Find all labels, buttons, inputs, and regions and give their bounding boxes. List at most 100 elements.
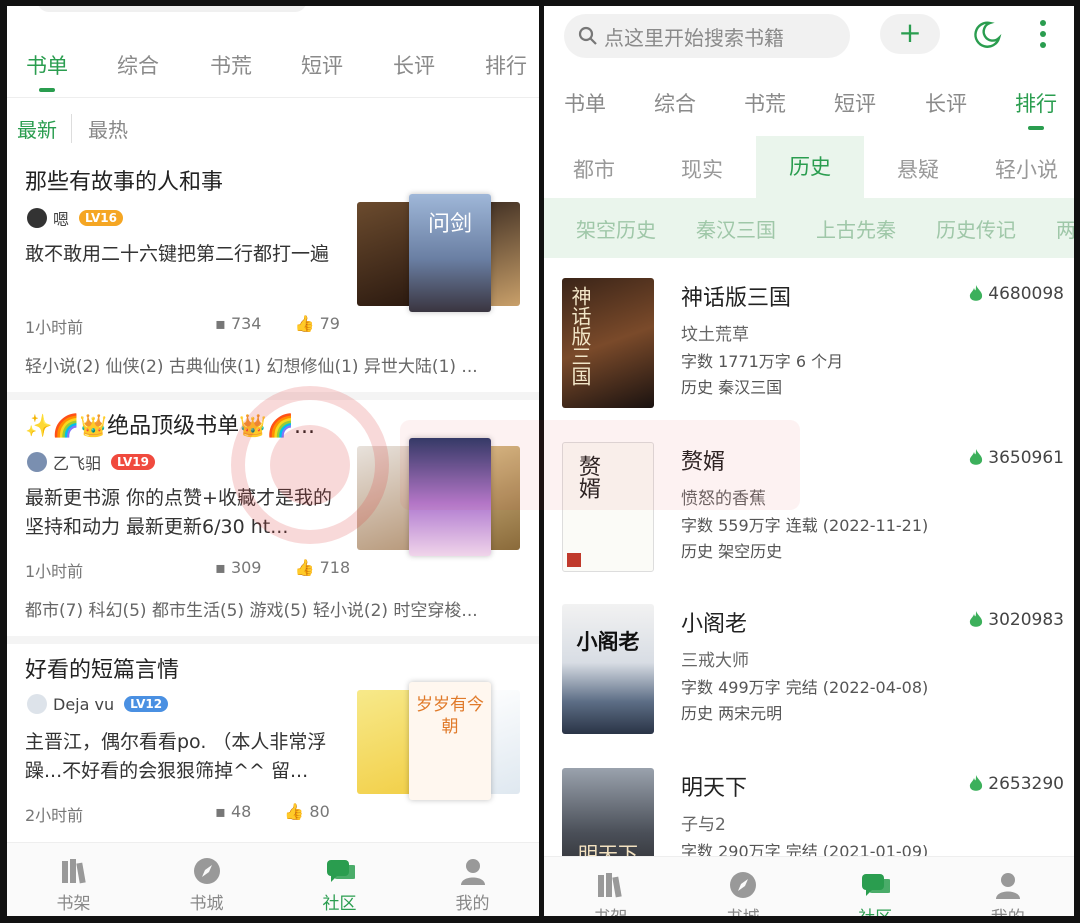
book-cover <box>357 446 412 550</box>
booklist-description: 主晋江，偶尔看看po. （本人非常浮躁...不好看的会狠狠筛掉^^ 留... <box>25 731 327 782</box>
book-cover <box>357 202 412 306</box>
booklist-card[interactable]: ✨🌈👑绝品顶级书单👑🌈... 乙飞驲 LV19 最新更书源 你的点赞+收藏才是我… <box>7 408 539 644</box>
subcategory-item[interactable]: 两 <box>1056 214 1074 243</box>
fire-icon <box>970 775 983 791</box>
fire-icon <box>970 611 983 627</box>
bottom-navigation: 书架 书城 社区 我的 <box>7 842 539 916</box>
tab-booklist[interactable]: 书单 <box>26 50 68 92</box>
tab-general[interactable]: 综合 <box>117 50 159 80</box>
book-title: 神话版三国 <box>681 286 792 311</box>
book-category: 历史 秦汉三国 <box>681 378 783 397</box>
book-cover: 岁岁有今朝 <box>409 682 491 800</box>
author-name[interactable]: Deja vu <box>53 695 114 714</box>
subcategory-item[interactable]: 历史传记 <box>936 214 1016 243</box>
subcategory-item[interactable]: 上古先秦 <box>816 214 896 243</box>
avatar[interactable] <box>27 694 47 714</box>
category-suspense[interactable]: 悬疑 <box>897 154 939 184</box>
nav-community[interactable]: 社区 <box>295 843 385 916</box>
sort-hottest[interactable]: 最热 <box>72 114 128 143</box>
more-options-icon[interactable] <box>1038 18 1048 50</box>
nav-bookstore[interactable]: 书城 <box>162 843 252 916</box>
tab-long-review[interactable]: 长评 <box>393 50 435 80</box>
comment-count: ▪ 734 <box>215 314 262 333</box>
add-button[interactable]: + <box>880 14 940 54</box>
category-reality[interactable]: 现实 <box>681 154 723 184</box>
ranking-book-item[interactable]: 赘婿 赘婿 愤怒的香蕉 字数 559万字 连载 (2022-11-21) 历史 … <box>544 426 1074 590</box>
fire-icon <box>970 285 983 301</box>
booklist-title: 那些有故事的人和事 <box>25 170 224 195</box>
level-badge: LV19 <box>111 454 155 470</box>
tab-short-review[interactable]: 短评 <box>301 50 343 80</box>
community-tabs: 书单 综合 书荒 短评 长评 排行 <box>7 42 539 98</box>
book-info: 字数 1771万字 6 个月 <box>681 352 844 371</box>
book-category: 历史 两宋元明 <box>681 704 783 723</box>
tab-ranking[interactable]: 排行 <box>485 50 527 80</box>
community-tabs: 书单 综合 书荒 短评 长评 排行 <box>544 86 1074 136</box>
card-meta: 1小时前 ▪ 309 👍 718 <box>25 558 350 582</box>
category-history[interactable]: 历史 <box>756 136 864 198</box>
nav-bookstore[interactable]: 书城 <box>698 857 788 916</box>
book-author: 子与2 <box>681 815 726 835</box>
author-row: 乙飞驲 LV19 <box>27 450 155 474</box>
search-input[interactable]: 点这里开始搜索书籍 <box>564 14 850 58</box>
nav-mine[interactable]: 我的 <box>963 857 1053 916</box>
nav-bookshelf[interactable]: 书架 <box>565 857 655 916</box>
nav-bookshelf[interactable]: 书架 <box>29 843 119 916</box>
like-count[interactable]: 👍 718 <box>295 558 365 577</box>
tab-general[interactable]: 综合 <box>654 88 696 118</box>
subcategory-row: 架空历史 秦汉三国 上古先秦 历史传记 两 <box>544 198 1074 258</box>
category-light-novel[interactable]: 轻小说 <box>995 154 1058 184</box>
book-cover: 赘婿 <box>562 442 654 572</box>
tab-ranking[interactable]: 排行 <box>1015 88 1057 130</box>
tab-book-shortage[interactable]: 书荒 <box>744 88 786 118</box>
top-search-stub[interactable] <box>37 6 307 12</box>
book-info: 字数 559万字 连载 (2022-11-21) <box>681 516 929 535</box>
book-title: 小阁老 <box>681 612 748 637</box>
card-meta: 2小时前 ▪ 48 👍 80 <box>25 802 330 826</box>
booklist-card[interactable]: 那些有故事的人和事 嗯 LV16 敢不敢用二十六键把第二行都打一遍 1小时前 ▪… <box>7 164 539 400</box>
chat-icon <box>326 860 355 882</box>
author-row: 嗯 LV16 <box>27 206 123 230</box>
tab-long-review[interactable]: 长评 <box>925 88 967 118</box>
book-cover: 小阁老 <box>562 604 654 734</box>
booklist-description: 最新更书源 你的点赞+收藏才是我的坚持和动力 最新更新6/30 ht... <box>25 487 332 538</box>
tab-short-review[interactable]: 短评 <box>834 88 876 118</box>
heat-score: 3020983 <box>968 610 1064 630</box>
avatar[interactable] <box>27 208 47 228</box>
author-name[interactable]: 嗯 <box>53 206 69 230</box>
night-mode-icon[interactable] <box>972 20 1002 50</box>
subcategory-item[interactable]: 秦汉三国 <box>696 214 776 243</box>
nav-mine[interactable]: 我的 <box>428 843 518 916</box>
book-title: 赘婿 <box>681 450 726 475</box>
book-author: 坟土荒草 <box>681 325 749 345</box>
genre-tags: 都市(7) 科幻(5) 都市生活(5) 游戏(5) 轻小说(2) 时空穿梭... <box>25 601 478 621</box>
bookshelf-icon <box>598 873 622 898</box>
like-count[interactable]: 👍 79 <box>295 314 354 333</box>
subcategory-item[interactable]: 架空历史 <box>576 214 656 243</box>
category-row: 都市 现实 历史 悬疑 轻小说 <box>544 136 1074 198</box>
left-screen: 书单 综合 书荒 短评 长评 排行 最新 最热 那些有故事的人和事 嗯 LV16… <box>7 6 539 916</box>
compass-icon <box>193 858 220 884</box>
booklist-title: ✨🌈👑绝品顶级书单👑🌈... <box>25 414 315 439</box>
category-urban[interactable]: 都市 <box>573 154 615 184</box>
sort-newest[interactable]: 最新 <box>17 113 72 143</box>
tab-book-shortage[interactable]: 书荒 <box>210 50 252 80</box>
card-meta: 1小时前 ▪ 734 👍 79 <box>25 314 340 338</box>
ranking-book-item[interactable]: 神话版三国 神话版三国 坟土荒草 字数 1771万字 6 个月 历史 秦汉三国 … <box>544 262 1074 426</box>
genre-tags: 轻小说(2) 仙侠(2) 古典仙侠(1) 幻想修仙(1) 异世大陆(1) ... <box>25 357 478 377</box>
book-author: 愤怒的香蕉 <box>681 489 766 509</box>
chat-icon <box>862 874 891 896</box>
like-count[interactable]: 👍 80 <box>284 802 343 821</box>
nav-community[interactable]: 社区 <box>830 857 920 916</box>
ranking-book-item[interactable]: 小阁老 小阁老 三戒大师 字数 499万字 完结 (2022-04-08) 历史… <box>544 588 1074 752</box>
author-name[interactable]: 乙飞驲 <box>53 450 101 474</box>
avatar[interactable] <box>27 452 47 472</box>
book-cover <box>409 438 491 556</box>
book-category: 历史 架空历史 <box>681 542 783 561</box>
post-time: 1小时前 <box>25 318 84 337</box>
comment-count: ▪ 48 <box>215 802 252 821</box>
book-info: 字数 499万字 完结 (2022-04-08) <box>681 678 929 697</box>
level-badge: LV16 <box>79 210 123 226</box>
tab-booklist[interactable]: 书单 <box>564 88 606 118</box>
bookshelf-icon <box>61 859 86 884</box>
